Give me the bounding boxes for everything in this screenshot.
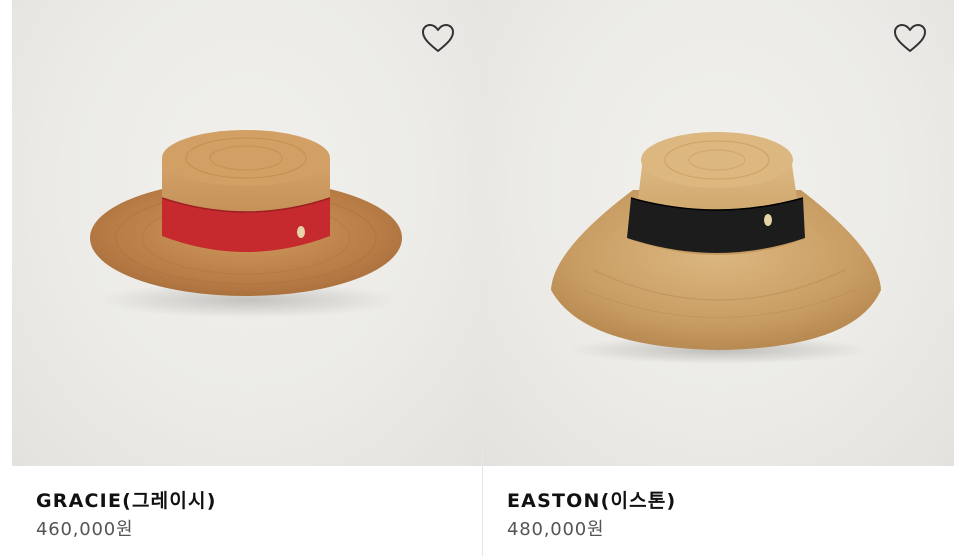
product-price: 480,000원	[507, 519, 605, 540]
boater-hat-image	[90, 130, 402, 318]
product-name[interactable]: GRACIE(그레이시)	[36, 486, 217, 516]
product-image[interactable]	[483, 0, 954, 466]
product-info: GRACIE(그레이시) 460,000원	[36, 486, 217, 544]
product-card[interactable]: EASTON(이스톤) 480,000원	[483, 0, 954, 556]
product-info: EASTON(이스톤) 480,000원	[507, 486, 676, 544]
wishlist-heart-icon[interactable]	[420, 22, 456, 54]
product-image[interactable]	[12, 0, 482, 466]
wide-brim-hat-image	[551, 132, 881, 364]
wishlist-heart-icon[interactable]	[892, 22, 928, 54]
product-price: 460,000원	[36, 519, 134, 540]
product-card[interactable]: GRACIE(그레이시) 460,000원	[12, 0, 482, 556]
product-name[interactable]: EASTON(이스톤)	[507, 486, 676, 516]
